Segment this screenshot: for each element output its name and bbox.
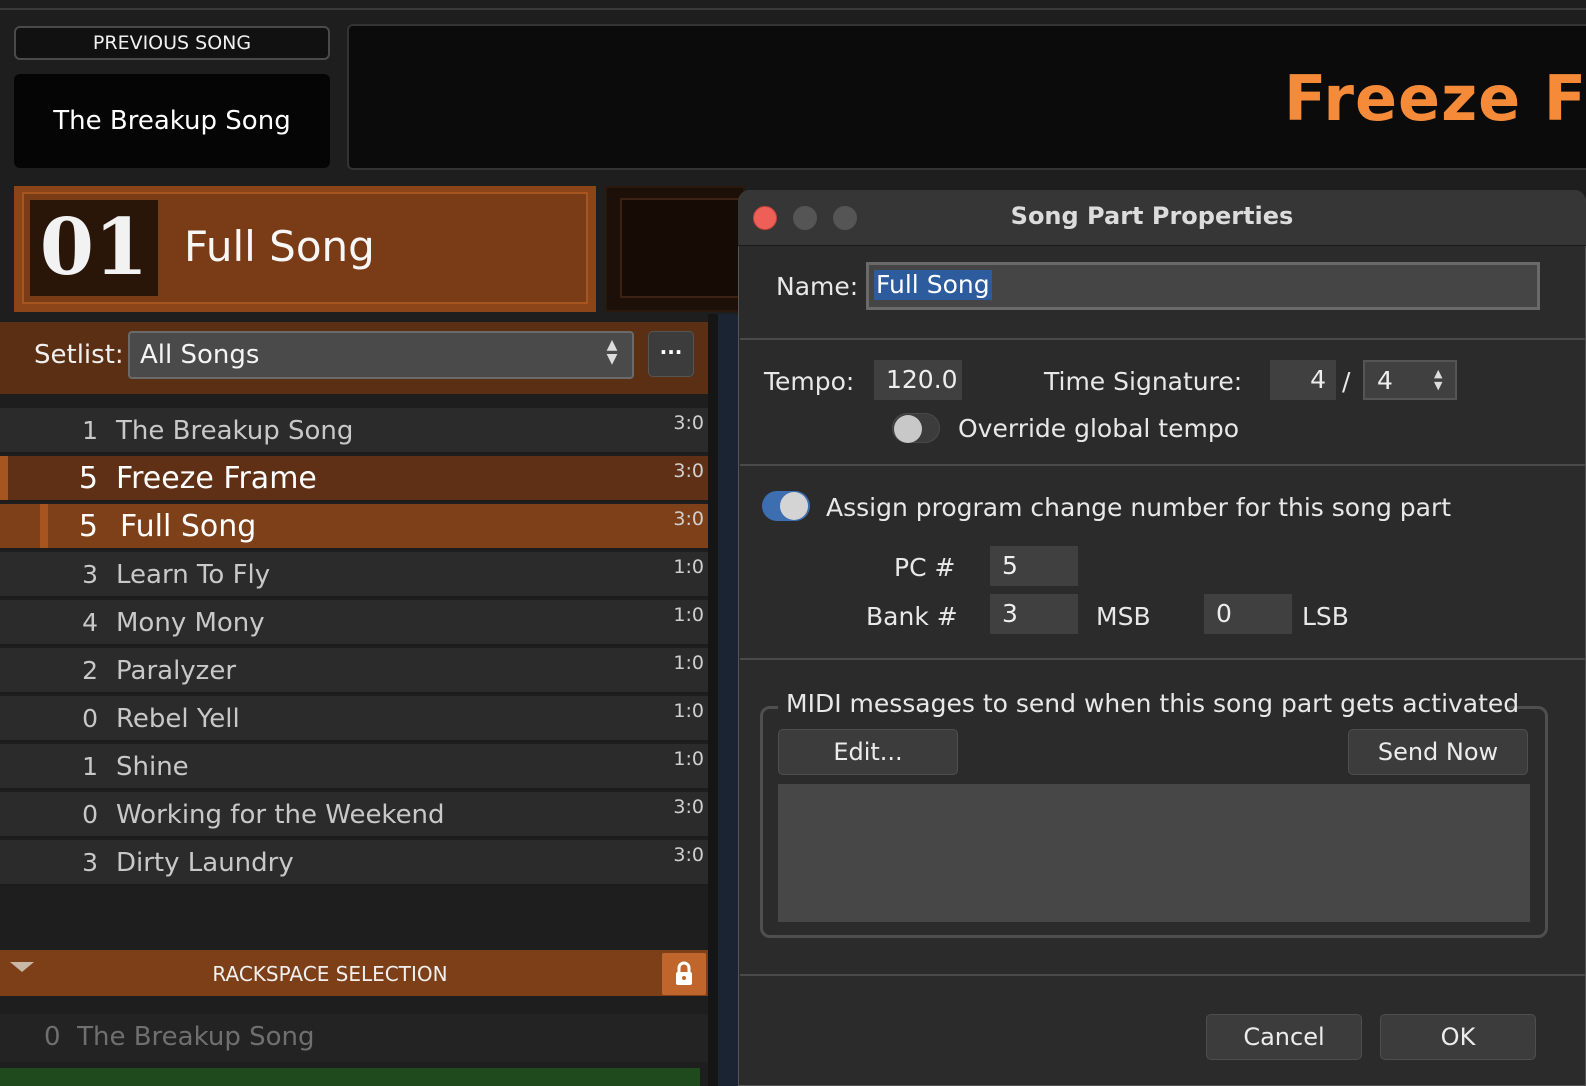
time-signature-label: Time Signature:	[1044, 367, 1243, 396]
separator	[740, 464, 1586, 466]
song-row-name: Shine	[116, 752, 189, 782]
previous-song-button[interactable]: PREVIOUS SONG	[14, 26, 330, 60]
song-row-time: 1:0	[673, 700, 704, 722]
lsb-label: LSB	[1302, 602, 1349, 631]
song-row[interactable]: 1 The Breakup Song 3:0	[0, 408, 708, 454]
song-row-number: 5	[78, 461, 98, 496]
top-divider	[0, 8, 1586, 10]
lock-button[interactable]	[662, 953, 706, 995]
part-number: 01	[30, 200, 158, 296]
select-updown-icon: ▲ ▼	[1434, 367, 1443, 392]
rackspace-item-name: The Breakup Song	[77, 1022, 315, 1052]
song-row-time: 3:0	[673, 796, 704, 818]
assign-program-change-toggle[interactable]	[762, 491, 810, 521]
time-signature-slash: /	[1342, 367, 1351, 396]
song-row[interactable]: 4 Mony Mony 1:0	[0, 600, 708, 646]
song-row-time: 3:0	[673, 844, 704, 866]
msb-input[interactable]: 3	[990, 594, 1078, 634]
assign-program-change-label: Assign program change number for this so…	[826, 493, 1452, 522]
song-row-number: 2	[82, 656, 98, 685]
next-part-inner	[620, 198, 740, 298]
part-stripe	[40, 504, 48, 548]
name-input-value: Full Song	[874, 270, 992, 300]
separator	[740, 658, 1586, 660]
separator	[740, 974, 1586, 976]
lock-icon	[676, 961, 692, 985]
pc-input[interactable]: 5	[990, 546, 1078, 586]
midi-messages-list[interactable]	[778, 784, 1530, 922]
song-row-time: 3:0	[673, 508, 704, 530]
song-row-name: Working for the Weekend	[116, 800, 445, 830]
song-row-time: 1:0	[673, 652, 704, 674]
bank-label: Bank #	[866, 602, 958, 631]
song-row-name: Rebel Yell	[116, 704, 240, 734]
song-row[interactable]: 2 Paralyzer 1:0	[0, 648, 708, 694]
panel-divider[interactable]	[708, 314, 718, 1086]
selection-stripe	[0, 456, 8, 500]
select-updown-icon: ▲ ▼	[606, 337, 618, 367]
song-row-time: 1:0	[673, 604, 704, 626]
song-row[interactable]: 0 Working for the Weekend 3:0	[0, 792, 708, 838]
song-row-number: 1	[82, 416, 98, 445]
tempo-input[interactable]: 120.0	[874, 360, 962, 400]
override-tempo-label: Override global tempo	[958, 414, 1240, 443]
more-options-button[interactable]: ···	[648, 331, 694, 377]
rackspace-title: RACKSPACE SELECTION	[212, 962, 448, 986]
song-row-selected[interactable]: 5 Freeze Frame 3:0	[0, 456, 708, 502]
song-row-name: Paralyzer	[116, 656, 237, 686]
song-row-number: 1	[82, 752, 98, 781]
dialog-title: Song Part Properties	[1010, 202, 1294, 230]
time-signature-denominator-select[interactable]: 4	[1363, 360, 1457, 400]
song-row[interactable]: 3 Learn To Fly 1:0	[0, 552, 708, 598]
tempo-label: Tempo:	[764, 367, 855, 396]
song-row-name: Freeze Frame	[116, 461, 317, 496]
time-signature-numerator[interactable]: 4	[1270, 360, 1336, 400]
setlist-select-value: All Songs	[140, 340, 260, 370]
song-part-properties-dialog	[738, 190, 1586, 1086]
part-name: Full Song	[184, 222, 375, 271]
song-row-number: 0	[82, 800, 98, 829]
midi-messages-group-label: MIDI messages to send when this song par…	[786, 689, 1520, 718]
toggle-knob	[894, 415, 922, 443]
song-row-name: Mony Mony	[116, 608, 265, 638]
song-row[interactable]: 3 Dirty Laundry 3:0	[0, 840, 708, 886]
edit-button[interactable]: Edit...	[778, 729, 958, 775]
song-row-number: 0	[82, 704, 98, 733]
rackspace-item: 0 The Breakup Song	[44, 1022, 314, 1052]
song-part-name: Full Song	[120, 509, 257, 544]
background-panel	[718, 314, 740, 1086]
song-row-time: 1:0	[673, 748, 704, 770]
setlist-label: Setlist:	[34, 340, 124, 370]
previous-song-display[interactable]: The Breakup Song	[14, 74, 330, 168]
cancel-button[interactable]: Cancel	[1206, 1014, 1362, 1060]
song-row-number: 3	[82, 848, 98, 877]
song-row-time: 1:0	[673, 556, 704, 578]
separator	[740, 338, 1586, 340]
song-row-number: 4	[82, 608, 98, 637]
song-row[interactable]: 1 Shine 1:0	[0, 744, 708, 790]
song-row-time: 3:0	[673, 460, 704, 482]
song-row-name: The Breakup Song	[116, 416, 354, 446]
song-row-name: Learn To Fly	[116, 560, 271, 590]
msb-label: MSB	[1096, 602, 1151, 631]
song-row-name: Dirty Laundry	[116, 848, 294, 878]
name-label: Name:	[776, 272, 859, 301]
current-song-title: Freeze Fra	[1284, 62, 1586, 135]
send-now-button[interactable]: Send Now	[1348, 729, 1528, 775]
song-row-number: 3	[82, 560, 98, 589]
rackspace-item-number: 0	[44, 1022, 61, 1052]
song-row-time: 3:0	[673, 412, 704, 434]
song-part-number: 5	[78, 509, 98, 544]
toggle-knob	[780, 492, 808, 520]
rackspace-row-active[interactable]	[0, 1068, 700, 1086]
pc-label: PC #	[894, 553, 956, 582]
song-part-row-selected[interactable]: 5 Full Song 3:0	[0, 504, 708, 550]
ok-button[interactable]: OK	[1380, 1014, 1536, 1060]
override-tempo-toggle[interactable]	[892, 413, 940, 443]
song-row[interactable]: 0 Rebel Yell 1:0	[0, 696, 708, 742]
lsb-input[interactable]: 0	[1204, 594, 1292, 634]
